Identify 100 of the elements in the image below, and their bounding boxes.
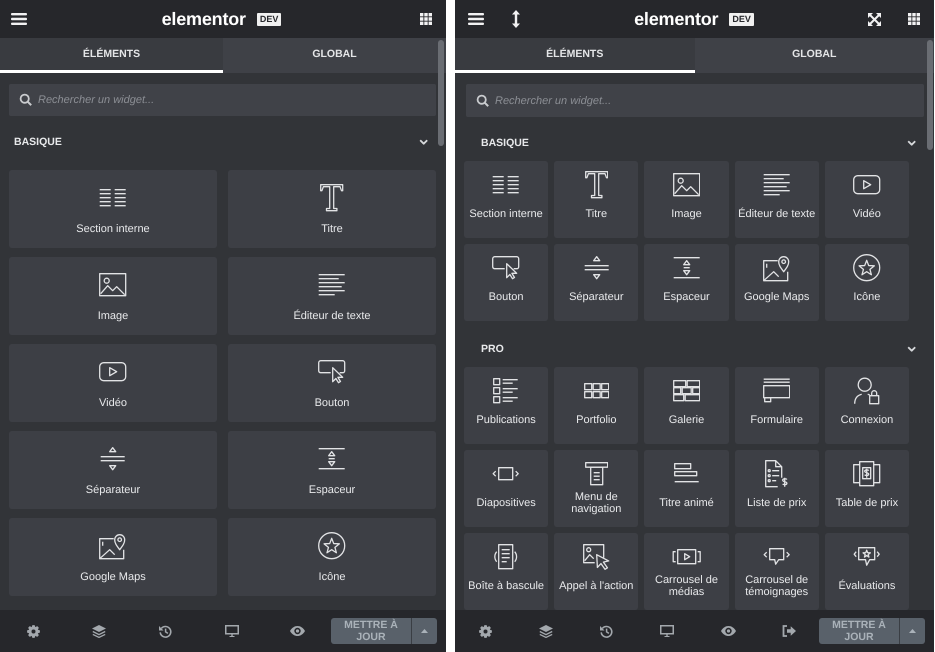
spacer-icon xyxy=(672,256,700,280)
map-pin-icon xyxy=(99,532,127,560)
eye-icon[interactable] xyxy=(720,626,736,636)
video-play-icon xyxy=(853,175,881,195)
widget-tile[interactable]: Éditeur de texte xyxy=(734,161,819,238)
settings-icon[interactable] xyxy=(478,624,492,638)
widget-tile[interactable]: Icône xyxy=(228,518,436,596)
user-lock-icon xyxy=(854,377,880,405)
widget-tile[interactable]: Carrousel de témoignages xyxy=(734,533,819,610)
widget-tile[interactable]: Titre animé xyxy=(644,450,729,527)
speech-bubble-icon xyxy=(763,548,790,566)
button-cursor-icon xyxy=(492,256,520,280)
widget-tile[interactable]: Section interne xyxy=(9,170,217,248)
caret-icon xyxy=(421,629,428,633)
grid-icon[interactable] xyxy=(420,13,432,25)
star-circle-icon xyxy=(853,254,881,282)
widget-tile[interactable]: Vidéo xyxy=(9,344,217,422)
video-play-icon xyxy=(99,362,127,382)
slides-icon xyxy=(492,467,520,481)
two-column-lines-icon xyxy=(99,188,127,208)
form-icon xyxy=(763,378,790,404)
widget-tile[interactable]: Espaceur xyxy=(228,431,436,509)
widget-tile[interactable]: Connexion xyxy=(824,367,909,444)
tab[interactable]: GLOBAL xyxy=(694,38,934,73)
widget-tile[interactable]: Liste de prix xyxy=(734,450,819,527)
widget-tile[interactable]: Google Maps xyxy=(734,244,819,321)
star-bubble-icon xyxy=(853,547,881,567)
tab[interactable]: ÉLÉMENTS xyxy=(0,38,223,73)
search-icon xyxy=(476,94,490,108)
widget-tile[interactable]: Section interne xyxy=(464,161,548,238)
widget-tile[interactable]: Image xyxy=(644,161,729,238)
scrollbar-thumb[interactable] xyxy=(927,40,933,150)
widget-tile[interactable]: Évaluations xyxy=(824,533,909,610)
widget-tile[interactable]: Menu de navigation xyxy=(554,450,638,527)
price-document-icon xyxy=(765,460,788,488)
monitor-icon[interactable] xyxy=(660,625,674,637)
widget-tile[interactable]: Diapositives xyxy=(464,450,548,527)
widget-tile[interactable]: Vidéo xyxy=(824,161,909,238)
search-field[interactable]: Rechercher un widget... xyxy=(466,84,924,117)
expand-icon[interactable] xyxy=(868,12,881,26)
widget-tile[interactable]: Appel à l'action xyxy=(554,533,638,610)
tile-grid-icon xyxy=(584,383,609,399)
document-arrows-icon xyxy=(493,544,519,570)
widget-tile[interactable]: Portfolio xyxy=(554,367,638,444)
logo-text: elementor xyxy=(634,9,718,29)
widget-tile[interactable]: Icône xyxy=(824,244,909,321)
widget-tile[interactable]: Titre xyxy=(228,170,436,248)
menu-icon[interactable] xyxy=(11,13,27,25)
widget-tile[interactable]: Carrousel de médias xyxy=(644,533,729,610)
search-field[interactable]: Rechercher un widget... xyxy=(9,84,436,116)
widget-tile[interactable]: Boîte à bascule xyxy=(464,533,548,610)
dropdown-menu-icon xyxy=(584,462,608,486)
heading-icon xyxy=(320,184,344,212)
widget-tile[interactable]: Titre xyxy=(554,161,638,238)
widget-tile[interactable]: Séparateur xyxy=(554,244,638,321)
two-column-lines-icon xyxy=(492,175,520,195)
widget-tile[interactable]: Table de prix xyxy=(824,450,909,527)
image-icon xyxy=(99,273,127,297)
tab[interactable]: GLOBAL xyxy=(223,38,446,73)
layers-icon[interactable] xyxy=(92,624,106,638)
widget-tile[interactable]: Publications xyxy=(464,367,548,444)
media-carousel-icon xyxy=(672,549,702,565)
exit-icon[interactable] xyxy=(782,625,796,637)
widget-tile[interactable]: Éditeur de texte xyxy=(228,257,436,335)
heading-icon xyxy=(584,171,608,199)
search-icon xyxy=(19,93,32,107)
tab[interactable]: ÉLÉMENTS xyxy=(455,38,694,73)
widget-tile[interactable]: Image xyxy=(9,257,217,335)
category-header[interactable]: BASIQUE xyxy=(9,124,436,160)
widget-tile[interactable]: Séparateur xyxy=(9,431,217,509)
widget-tile[interactable]: Bouton xyxy=(228,344,436,422)
history-icon[interactable] xyxy=(600,624,614,638)
vertical-arrows-icon[interactable] xyxy=(512,10,520,28)
caret-icon xyxy=(909,629,916,633)
settings-icon[interactable] xyxy=(26,624,40,638)
image-icon xyxy=(672,173,700,197)
divider-icon xyxy=(584,255,609,281)
widget-tile[interactable]: Espaceur xyxy=(644,244,729,321)
grid-icon[interactable] xyxy=(908,13,920,25)
post-list-icon xyxy=(493,378,519,404)
monitor-icon[interactable] xyxy=(224,625,239,637)
widget-tile[interactable]: Bouton xyxy=(464,244,548,321)
map-pin-icon xyxy=(763,254,790,282)
history-icon[interactable] xyxy=(159,624,172,638)
version-badge: DEV xyxy=(729,12,754,26)
text-lines-icon xyxy=(318,273,346,297)
category-header[interactable]: BASIQUE xyxy=(464,125,924,161)
star-circle-icon xyxy=(318,532,346,560)
widget-tile[interactable]: Galerie xyxy=(644,367,729,444)
menu-icon[interactable] xyxy=(468,13,484,25)
widget-tile[interactable]: Formulaire xyxy=(734,367,819,444)
layers-icon[interactable] xyxy=(539,624,553,638)
eye-icon[interactable] xyxy=(290,626,306,636)
text-lines-icon xyxy=(763,173,790,197)
widget-tile[interactable]: Google Maps xyxy=(9,518,217,596)
gallery-grid-icon xyxy=(672,380,700,402)
category-header[interactable]: PRO xyxy=(464,331,924,367)
price-cards-icon xyxy=(853,461,881,487)
spacer-icon xyxy=(318,447,346,471)
scrollbar-thumb[interactable] xyxy=(438,40,444,146)
